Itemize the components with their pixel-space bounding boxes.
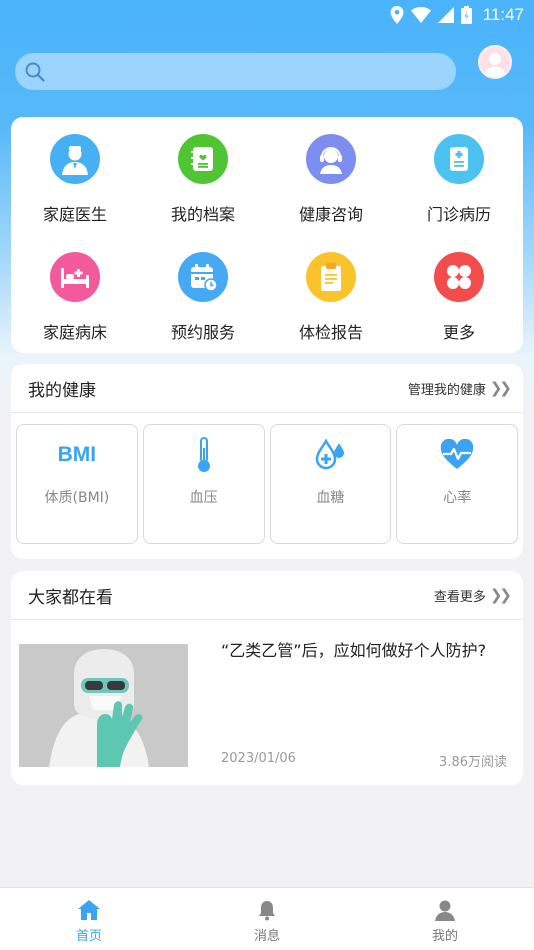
view-more-label: 查看更多 [433, 589, 486, 605]
search-input[interactable] [53, 63, 456, 80]
wifi-icon [410, 7, 431, 23]
user-icon [435, 900, 455, 921]
status-time: 11:47 [482, 5, 524, 24]
health-tile-label: 血压 [189, 490, 218, 506]
menu-item-label: 家庭病床 [42, 323, 107, 342]
more-icon [434, 252, 484, 302]
home-icon [78, 900, 100, 920]
trending-news-header: 大家都在看 查看更多 ❯❯ [11, 571, 523, 620]
news-read-count: 3.86万阅读 [439, 755, 507, 770]
my-health-header: 我的健康 管理我的健康 ❯❯ [11, 364, 523, 413]
medical-record-icon [434, 134, 484, 184]
menu-item-appointment[interactable]: 预约服务 [139, 235, 267, 353]
menu-item-checkup-report[interactable]: 体检报告 [267, 235, 395, 353]
section-title: 我的健康 [28, 380, 96, 401]
tab-label: 首页 [75, 929, 102, 944]
health-tile-heart-rate[interactable]: 心率 [396, 424, 518, 544]
news-thumbnail[interactable] [19, 644, 188, 767]
section-title: 大家都在看 [28, 587, 113, 608]
thermometer-icon [195, 437, 213, 473]
menu-item-health-consult[interactable]: 健康咨询 [267, 117, 395, 235]
my-health-card: 我的健康 管理我的健康 ❯❯ BMI 体质(BMI) 血压 血糖 心率 [11, 364, 523, 559]
menu-item-my-archive[interactable]: 我的档案 [139, 117, 267, 235]
bmi-icon-text: BMI [57, 443, 97, 466]
user-avatar-icon [483, 53, 507, 77]
status-bar: 11:47 [0, 0, 534, 30]
menu-item-home-bed[interactable]: 家庭病床 [11, 235, 139, 353]
menu-item-outpatient-record[interactable]: 门诊病历 [395, 117, 523, 235]
menu-item-label: 门诊病历 [426, 205, 491, 224]
home-bed-icon [50, 252, 100, 302]
search-bar[interactable] [15, 53, 456, 90]
menu-item-family-doctor[interactable]: 家庭医生 [11, 117, 139, 235]
bell-icon [259, 901, 275, 921]
health-tile-blood-pressure[interactable]: 血压 [142, 424, 265, 544]
menu-item-label: 健康咨询 [298, 205, 363, 224]
tab-label: 消息 [253, 929, 280, 944]
manage-health-link[interactable]: 管理我的健康 ❯❯ [407, 379, 512, 398]
double-chevron-right-icon: ❯❯ [489, 586, 512, 604]
calendar-icon [178, 252, 228, 302]
avatar[interactable] [478, 45, 512, 79]
tab-messages[interactable]: 消息 [178, 888, 356, 950]
health-tile-blood-sugar[interactable]: 血糖 [269, 424, 392, 544]
news-article[interactable]: “乙类乙管”后，应如何做好个人防护? 2023/01/06 3.86万阅读 [11, 620, 523, 785]
cell-signal-icon [437, 7, 454, 23]
tab-label: 我的 [431, 929, 458, 944]
battery-icon [460, 6, 472, 24]
service-menu-card: 家庭医生 我的档案 健康咨询 门诊病历 家庭病床 预约服务 体检报告 更多 [11, 117, 523, 353]
consult-icon [306, 134, 356, 184]
tab-home[interactable]: 首页 [0, 888, 178, 950]
doctor-icon [50, 134, 100, 184]
menu-item-label: 体检报告 [298, 323, 363, 342]
menu-item-label: 预约服务 [170, 323, 235, 342]
heart-rate-icon [439, 437, 475, 473]
location-icon [390, 6, 404, 24]
blood-drop-icon [312, 437, 348, 473]
news-title[interactable]: “乙类乙管”后，应如何做好个人防护? [221, 637, 511, 661]
search-icon [25, 62, 45, 82]
health-tile-bmi[interactable]: BMI 体质(BMI) [16, 424, 138, 544]
health-tile-label: 血糖 [316, 490, 345, 506]
menu-item-label: 我的档案 [170, 205, 235, 224]
menu-item-label: 家庭医生 [42, 205, 107, 224]
double-chevron-right-icon: ❯❯ [489, 379, 512, 397]
bmi-icon: BMI [58, 437, 97, 473]
menu-item-label: 更多 [442, 323, 475, 342]
menu-item-more[interactable]: 更多 [395, 235, 523, 353]
clipboard-icon [306, 252, 356, 302]
tab-mine[interactable]: 我的 [356, 888, 534, 950]
archive-icon [178, 134, 228, 184]
bottom-tab-bar: 首页 消息 我的 [0, 887, 534, 950]
health-tile-label: 心率 [443, 490, 472, 506]
manage-health-label: 管理我的健康 [407, 382, 486, 398]
trending-news-card: 大家都在看 查看更多 ❯❯ “乙类乙管”后，应如何做好个人防护? 2023/01… [11, 571, 523, 785]
news-date: 2023/01/06 [221, 751, 296, 766]
view-more-link[interactable]: 查看更多 ❯❯ [433, 586, 512, 605]
health-tile-label: 体质(BMI) [44, 490, 110, 506]
